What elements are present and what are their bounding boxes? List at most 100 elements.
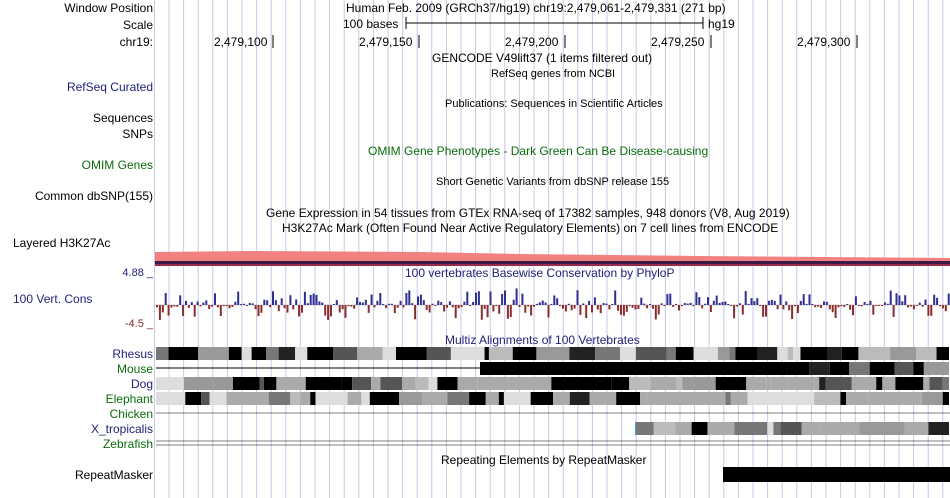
phylop-bar xyxy=(216,305,219,308)
phylop-bar xyxy=(173,305,176,307)
alignment-block xyxy=(859,422,882,435)
phylop-bar xyxy=(443,305,446,312)
phylop-bar xyxy=(794,305,796,307)
phylop-bar xyxy=(912,305,915,310)
alignment-block xyxy=(629,377,651,390)
phylop-bar xyxy=(498,305,501,314)
alignment-block xyxy=(929,377,943,390)
phylop-bar xyxy=(811,303,814,305)
phylop-bar xyxy=(405,293,408,305)
phylop-bar xyxy=(585,305,588,319)
phylop-bar xyxy=(553,295,556,305)
phylop-bar xyxy=(843,305,846,307)
tick-label-4: 2,479,250 xyxy=(651,35,705,49)
phylop-bar xyxy=(495,305,498,307)
phylop-bar xyxy=(356,297,359,305)
phylop-bar xyxy=(628,305,631,307)
phylop-bar xyxy=(773,300,776,305)
h3k27ac-track-label[interactable]: Layered H3K27Ac xyxy=(13,236,110,250)
alignment-block xyxy=(825,377,852,390)
phylop-bar xyxy=(730,305,733,307)
alignment-block xyxy=(916,347,937,360)
phylop-bar xyxy=(936,297,939,305)
alignment-block xyxy=(315,392,348,405)
phylop-bar xyxy=(872,305,875,315)
phylop-bar xyxy=(193,305,196,317)
alignment-block xyxy=(942,377,949,390)
phylop-bar xyxy=(881,305,883,307)
alignment-block xyxy=(310,392,316,405)
scale-label: Scale xyxy=(122,18,153,32)
phylop-bar xyxy=(347,305,350,307)
omim-track-label[interactable]: OMIM Genes xyxy=(82,158,153,172)
omim-track-title: OMIM Gene Phenotypes - Dark Green Can Be… xyxy=(368,144,709,158)
phylop-bar xyxy=(196,301,199,305)
alignment-block xyxy=(347,392,362,405)
alignment-block xyxy=(498,392,504,405)
alignment-block xyxy=(357,347,383,360)
phylop-bar xyxy=(248,302,251,305)
phylop-bar xyxy=(562,305,564,309)
alignment-block xyxy=(851,377,877,390)
phylop-bar xyxy=(550,303,553,305)
assembly-position-text: Human Feb. 2009 (GRCh37/hg19) chr19:2,47… xyxy=(346,1,726,15)
phylop-bar xyxy=(324,305,327,316)
phylop-bar xyxy=(448,301,451,305)
phylop-bar xyxy=(530,305,533,316)
alignment-block xyxy=(773,422,781,435)
alignment-block xyxy=(682,377,692,390)
phylop-bar xyxy=(918,302,921,305)
tick-label-5: 2,479,300 xyxy=(797,35,851,49)
phylop-bar xyxy=(782,305,785,310)
phylop-bar xyxy=(718,302,721,305)
alignment-block xyxy=(636,422,654,435)
phylop-bar xyxy=(866,303,869,305)
phylop-bar xyxy=(747,303,750,305)
scale-bar-text: 100 bases xyxy=(343,17,399,31)
alignment-block xyxy=(840,392,847,405)
snps-track-label[interactable]: SNPs xyxy=(122,127,153,141)
phylop-bar xyxy=(454,305,457,319)
alignment-block xyxy=(846,392,869,405)
alignment-block xyxy=(882,377,896,390)
species-label-rhesus: Rhesus xyxy=(112,347,153,361)
alignment-block xyxy=(849,362,870,375)
phylop-bar xyxy=(390,303,393,305)
h3k27ac-signal xyxy=(155,251,950,262)
multiz-track-title: Multiz Alignments of 100 Vertebrates xyxy=(445,333,640,347)
phylop-bar xyxy=(301,305,303,313)
alignment-block xyxy=(307,347,333,360)
phylop-bar xyxy=(506,305,509,319)
phylop-bar xyxy=(680,305,683,307)
genome-browser-image[interactable]: Window Position Scale chr19: RefSeq Cura… xyxy=(0,0,950,498)
alignment-block xyxy=(640,392,647,405)
alignment-block xyxy=(278,347,296,360)
phylop-bar xyxy=(214,293,216,305)
phylop-bar xyxy=(564,305,567,312)
phylop-bar xyxy=(840,305,843,307)
phylop-bar xyxy=(738,303,741,305)
phylop-bar xyxy=(260,305,263,313)
phylop-bar xyxy=(915,305,918,307)
alignment-block xyxy=(646,392,666,405)
alignment-block xyxy=(666,347,676,360)
repeatmasker-track-label[interactable]: RepeatMasker xyxy=(75,468,153,482)
alignment-block xyxy=(263,377,270,390)
phylop-bar xyxy=(303,291,306,305)
phylop-bar xyxy=(924,299,927,305)
alignment-block xyxy=(469,392,486,405)
alignment-block xyxy=(415,377,429,390)
alignment-block xyxy=(923,362,949,375)
phylop-bar xyxy=(425,305,428,310)
phylop-bar xyxy=(521,293,524,305)
sequences-track-label[interactable]: Sequences xyxy=(93,111,153,125)
phylop-bar xyxy=(359,302,361,305)
alignment-block xyxy=(800,347,828,360)
alignment-block xyxy=(560,392,570,405)
phylop-bar xyxy=(892,305,895,317)
phylop-bar xyxy=(504,290,506,305)
phylop-track-label[interactable]: 100 Vert. Cons xyxy=(13,292,92,306)
dbsnp-track-label[interactable]: Common dbSNP(155) xyxy=(35,189,153,203)
phylop-bar xyxy=(393,305,396,314)
refseq-track-label[interactable]: RefSeq Curated xyxy=(67,80,153,94)
